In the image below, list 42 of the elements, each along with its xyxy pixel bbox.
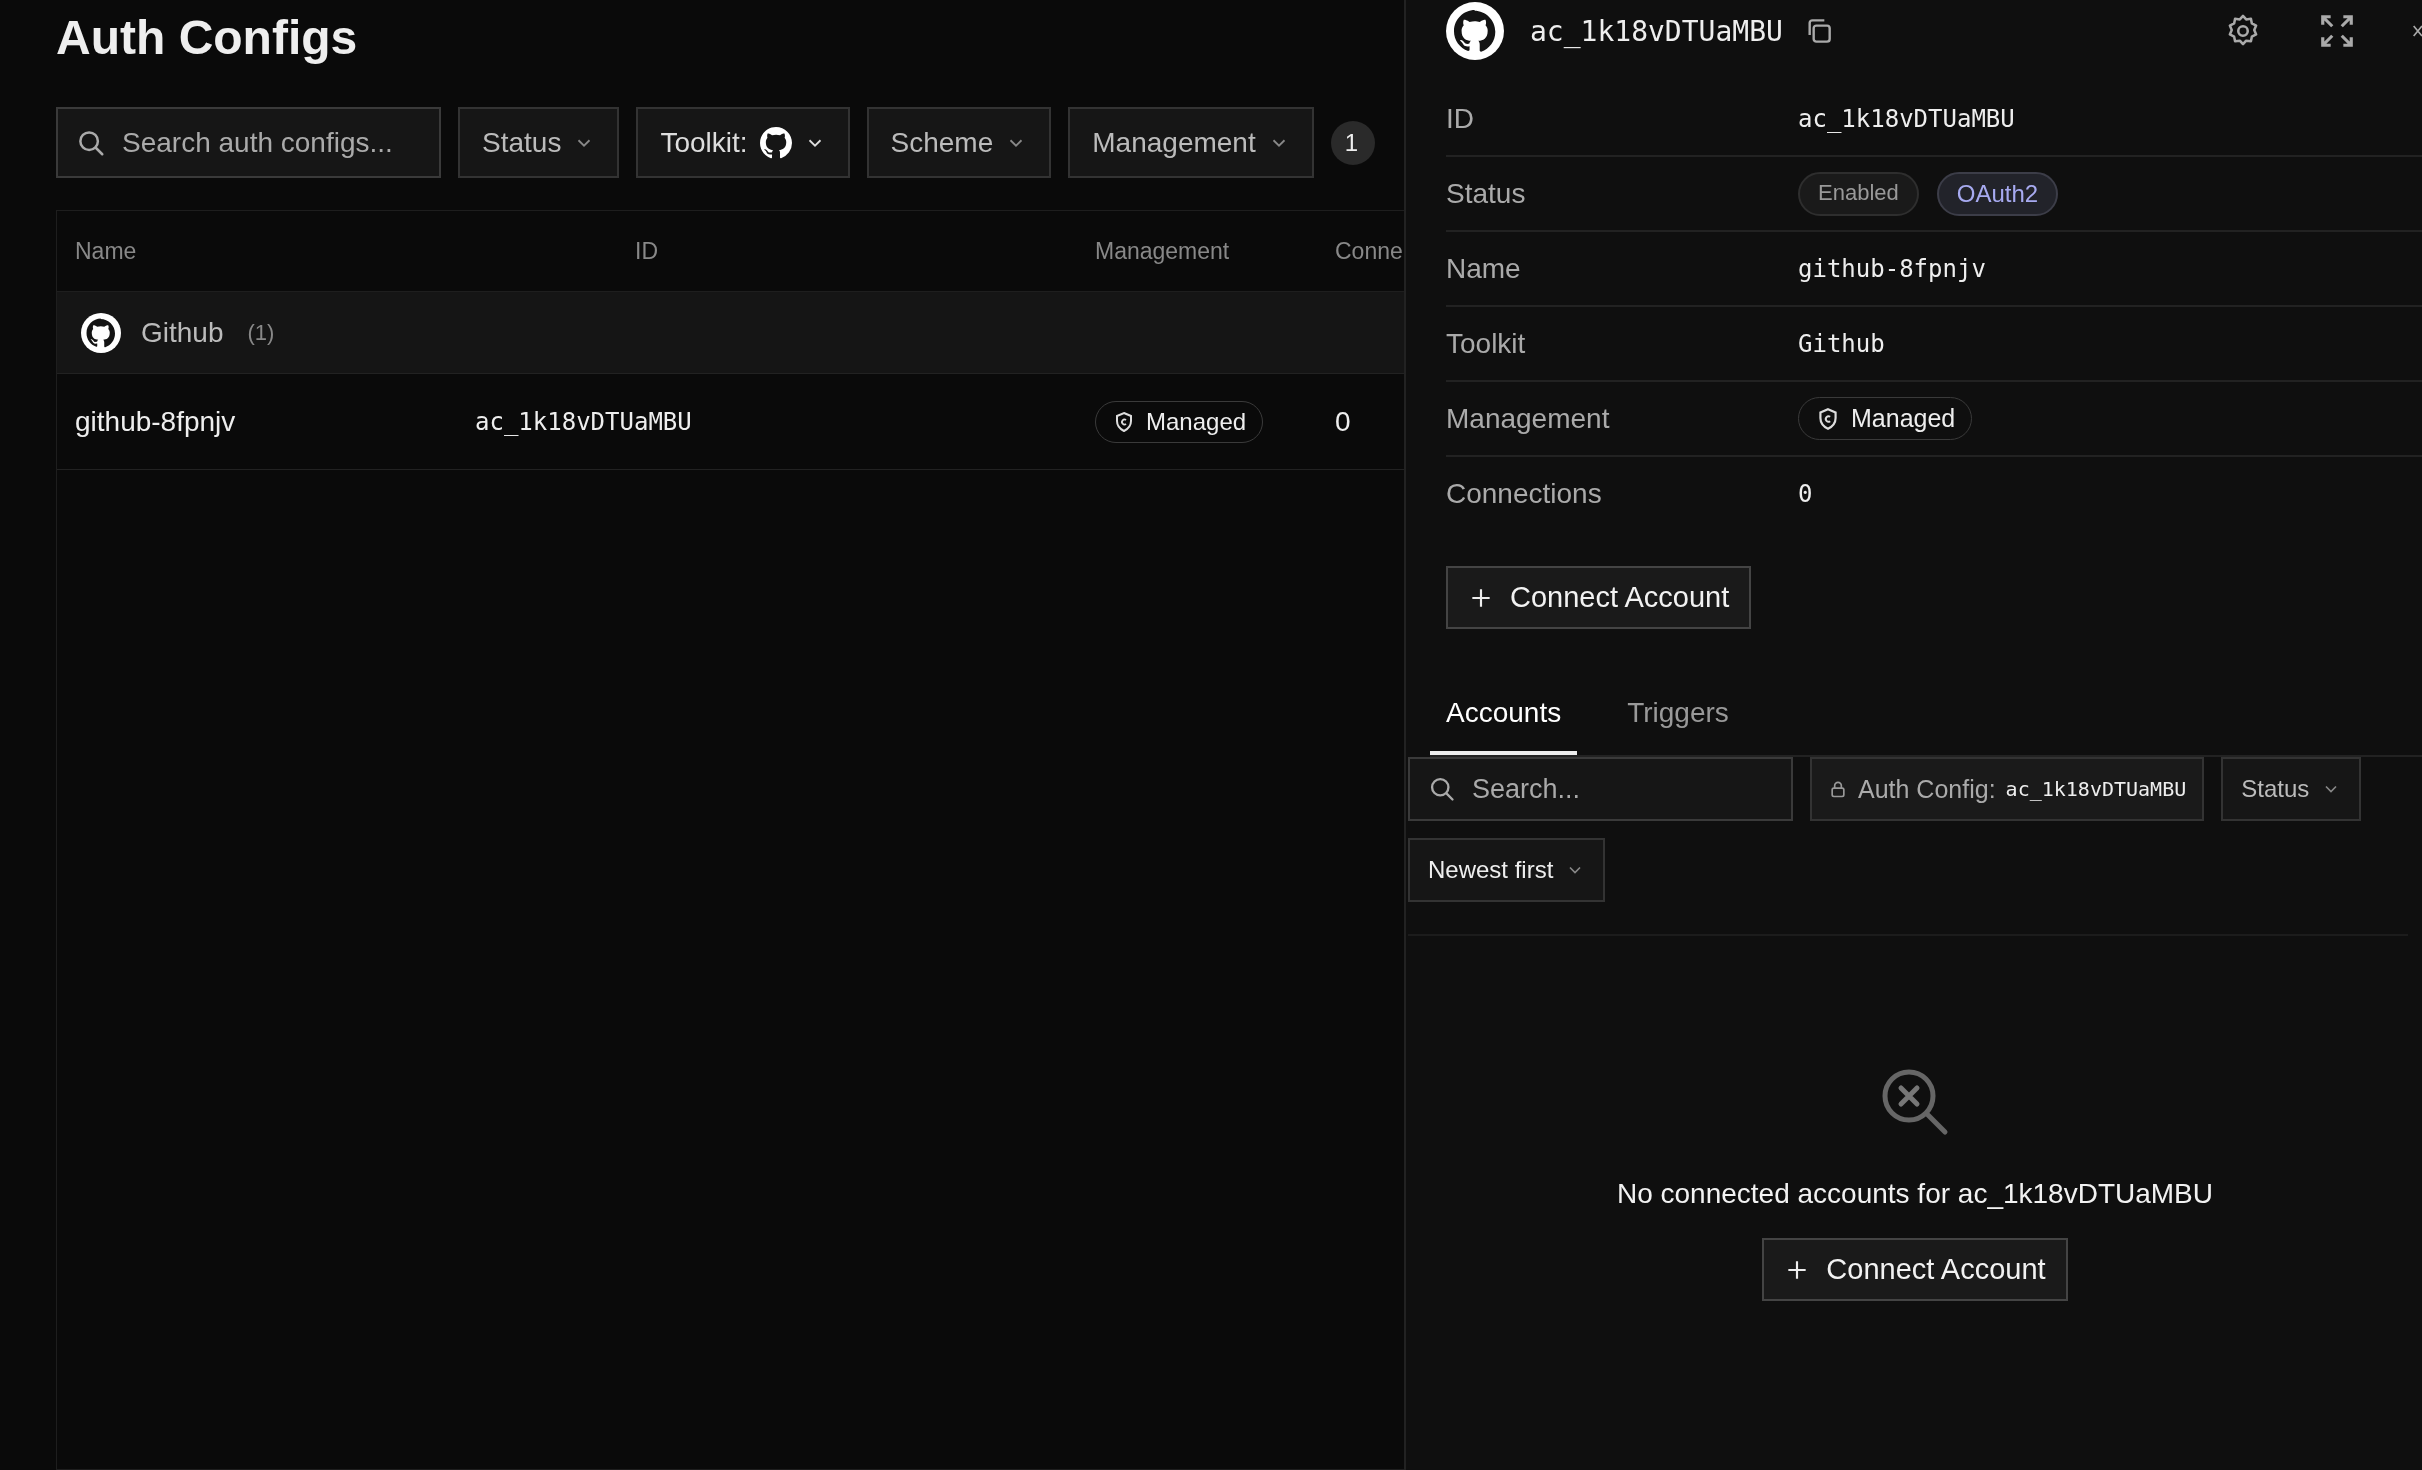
connect-account-button[interactable]: Connect Account: [1446, 566, 1752, 629]
column-header: Conne: [1335, 237, 1404, 265]
table-cell-text: ac_1k18vDTUaMBU: [475, 407, 693, 436]
status-badge: OAuth2: [1936, 171, 2059, 216]
lock-icon: [1828, 779, 1848, 799]
expand-icon[interactable]: [2318, 12, 2356, 50]
group-count: (1): [247, 319, 275, 346]
field-label: Name: [1446, 252, 1522, 285]
count-badge: 1: [1330, 120, 1375, 165]
field-label: Toolkit: [1446, 327, 1527, 360]
filter-dropdown[interactable]: Status: [458, 107, 620, 178]
filter-dropdown[interactable]: Status: [2221, 757, 2362, 821]
field-label: Management: [1446, 402, 1611, 435]
field-value: 0: [1798, 479, 1813, 508]
search-field[interactable]: Search auth configs...: [56, 107, 441, 178]
column-header: Name: [74, 237, 138, 265]
field-label: ID: [1446, 102, 1475, 135]
empty-message: No connected accounts for ac_1k18vDTUaMBU: [1616, 1178, 2214, 1210]
filter-dropdown[interactable]: Management: [1068, 107, 1314, 178]
page-title: Auth Configs: [56, 10, 359, 66]
column-header: ID: [635, 237, 659, 265]
github-icon: [81, 312, 121, 353]
table-cell-text: 0: [1335, 405, 1352, 438]
tab[interactable]: Triggers: [1611, 685, 1745, 755]
table-cell-text: github-8fpnjv: [74, 405, 237, 438]
group-name: Github: [141, 316, 224, 349]
github-icon: [759, 126, 792, 159]
field-value: ac_1k18vDTUaMBU: [1798, 104, 2015, 133]
filter-dropdown[interactable]: Newest first: [1408, 838, 1606, 902]
filter-dropdown[interactable]: Scheme: [866, 107, 1052, 178]
panel-title: ac_1k18vDTUaMBU: [1530, 14, 1783, 48]
column-header: Management: [1095, 237, 1231, 265]
field-value: github-8fpnjv: [1798, 254, 1986, 283]
filter-dropdown[interactable]: Toolkit:: [636, 107, 850, 178]
status-badge: Enabled: [1798, 171, 1919, 216]
field-label: Connections: [1446, 477, 1603, 510]
connect-account-button[interactable]: Connect Account: [1762, 1238, 2068, 1301]
auth-config-chip: Auth Config: ac_1k18vDTUaMBU: [1810, 757, 2205, 821]
field-value: Github: [1798, 329, 1885, 358]
field-label: Status: [1446, 177, 1527, 210]
group-row[interactable]: Github (1): [57, 292, 1404, 374]
search-field[interactable]: Search...: [1408, 757, 1793, 821]
